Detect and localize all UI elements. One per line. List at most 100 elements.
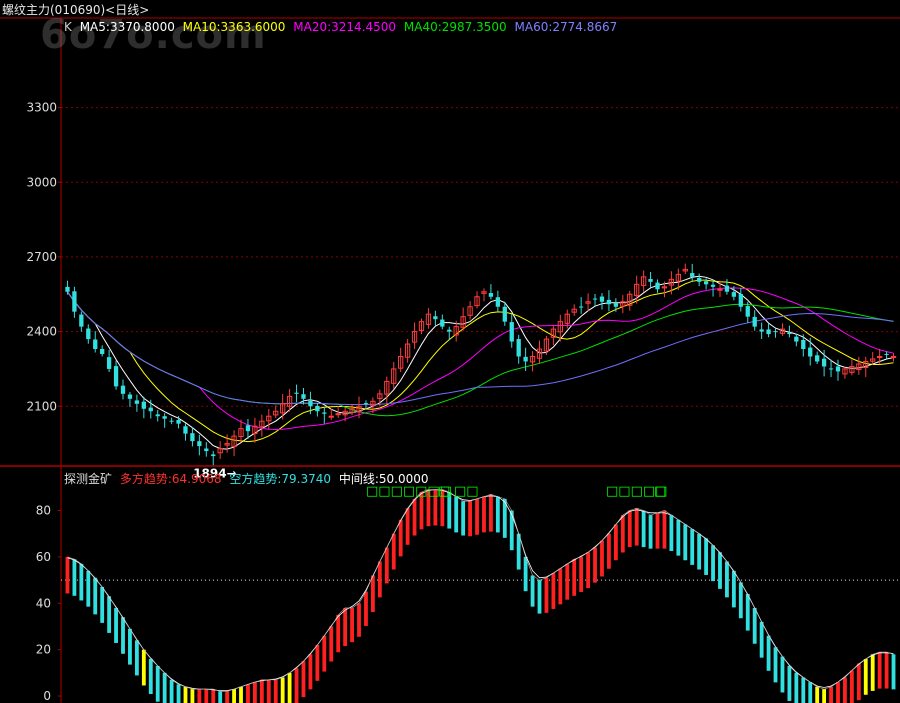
moving-average-lines bbox=[67, 275, 894, 450]
candle-down bbox=[815, 355, 820, 362]
bull-bar bbox=[65, 556, 70, 594]
candle-down bbox=[724, 285, 730, 292]
candle-down bbox=[794, 336, 799, 342]
candle-down bbox=[738, 293, 743, 307]
candle-down bbox=[93, 339, 98, 350]
bear-bar bbox=[794, 672, 799, 703]
bull-bar bbox=[266, 679, 271, 703]
candle-down bbox=[197, 441, 202, 447]
bear-bar bbox=[114, 607, 118, 643]
candle-down bbox=[245, 425, 251, 432]
ma40-line bbox=[67, 291, 894, 417]
bear-bar bbox=[725, 561, 729, 598]
price-tick-label: 2400 bbox=[26, 325, 57, 339]
candle-down bbox=[100, 348, 105, 354]
candle-down bbox=[690, 273, 695, 277]
bear-bar bbox=[787, 665, 792, 701]
bull-bar bbox=[232, 689, 236, 703]
bull-bar bbox=[405, 508, 410, 545]
bull-bar bbox=[343, 607, 348, 647]
bear-bar bbox=[86, 570, 91, 607]
candle-down bbox=[808, 347, 813, 357]
bear-bar bbox=[745, 594, 750, 631]
bear-bar bbox=[93, 577, 98, 615]
bull-bar bbox=[412, 498, 417, 536]
candle-down bbox=[447, 329, 452, 332]
bull-bar bbox=[870, 654, 875, 691]
candle-down bbox=[148, 407, 153, 412]
ma20-line bbox=[67, 287, 894, 431]
bull-bar bbox=[565, 563, 570, 600]
candle-down bbox=[86, 328, 91, 340]
candle-down bbox=[703, 281, 709, 285]
signal-marker: □ bbox=[654, 484, 666, 499]
legend-ma60: MA60:2774.8667 bbox=[514, 20, 618, 34]
signal-marker: □ bbox=[438, 484, 450, 499]
bear-bar bbox=[690, 529, 695, 565]
bear-bar bbox=[801, 677, 806, 703]
bull-bar bbox=[197, 689, 202, 703]
indicator-tick-label: 0 bbox=[43, 689, 51, 703]
candle-down bbox=[710, 284, 716, 287]
bull-bar bbox=[836, 682, 840, 703]
bull-bar bbox=[593, 547, 597, 583]
bull-bar bbox=[627, 510, 632, 548]
bear-bar bbox=[683, 524, 688, 561]
candle-down bbox=[120, 385, 126, 394]
bear-bar bbox=[711, 545, 715, 582]
ma5-line bbox=[67, 275, 894, 450]
main-legend: K MA5:3370.8000 MA10:3363.6000 MA20:3214… bbox=[64, 20, 621, 34]
bear-bar bbox=[759, 621, 764, 658]
candle-down bbox=[488, 293, 494, 297]
price-tick-label: 2100 bbox=[26, 399, 57, 413]
bull-bar bbox=[849, 670, 854, 703]
bull-bar bbox=[252, 682, 257, 703]
bear-bar bbox=[509, 510, 514, 551]
bear-bar bbox=[530, 575, 535, 607]
bear-bar bbox=[141, 649, 146, 686]
bull-bar bbox=[607, 533, 611, 569]
candle-down bbox=[579, 306, 584, 308]
candle-down bbox=[162, 416, 167, 419]
bull-bar bbox=[294, 668, 299, 703]
bull-bar bbox=[829, 686, 833, 703]
bear-bar bbox=[454, 496, 459, 533]
candle-down bbox=[433, 316, 438, 320]
legend-ma10: MA10:3363.6000 bbox=[182, 20, 286, 34]
candle-down bbox=[308, 400, 313, 407]
bull-bar bbox=[301, 661, 306, 698]
bear-bar bbox=[648, 515, 653, 549]
candle-down bbox=[106, 357, 112, 369]
indicator-bars bbox=[65, 489, 896, 703]
candle-down bbox=[592, 298, 598, 300]
bear-bar bbox=[669, 515, 674, 551]
bear-bar bbox=[495, 496, 500, 533]
bull-bar bbox=[863, 658, 868, 695]
bear-bar bbox=[738, 582, 743, 619]
candle-down bbox=[141, 401, 146, 409]
indicator-tick-label: 60 bbox=[36, 550, 51, 564]
bull-bar bbox=[544, 577, 549, 613]
bear-bar bbox=[773, 647, 778, 683]
price-tick-label: 3300 bbox=[26, 101, 57, 115]
candle-down bbox=[759, 329, 764, 332]
bear-bar bbox=[100, 587, 105, 623]
bear-bar bbox=[815, 686, 820, 703]
bear-bar bbox=[72, 559, 77, 596]
bear-bar bbox=[704, 538, 709, 575]
sub-legend: 探测金矿 多方趋势:64.9068 空方趋势:79.3740 中间线:50.00… bbox=[64, 470, 433, 487]
bull-bar bbox=[384, 547, 389, 584]
bear-bar bbox=[808, 682, 813, 703]
bear-bar bbox=[169, 679, 174, 703]
bull-bar bbox=[877, 651, 882, 689]
bear-bar bbox=[190, 689, 195, 703]
bull-bar bbox=[843, 677, 847, 703]
candle-up bbox=[335, 413, 341, 416]
candle-up bbox=[717, 288, 723, 291]
candle-down bbox=[134, 400, 140, 404]
bull-bar bbox=[489, 494, 493, 532]
candle-down bbox=[613, 303, 619, 307]
candle-down bbox=[72, 291, 77, 312]
candle-down bbox=[523, 356, 528, 362]
bull-bar bbox=[225, 691, 230, 703]
